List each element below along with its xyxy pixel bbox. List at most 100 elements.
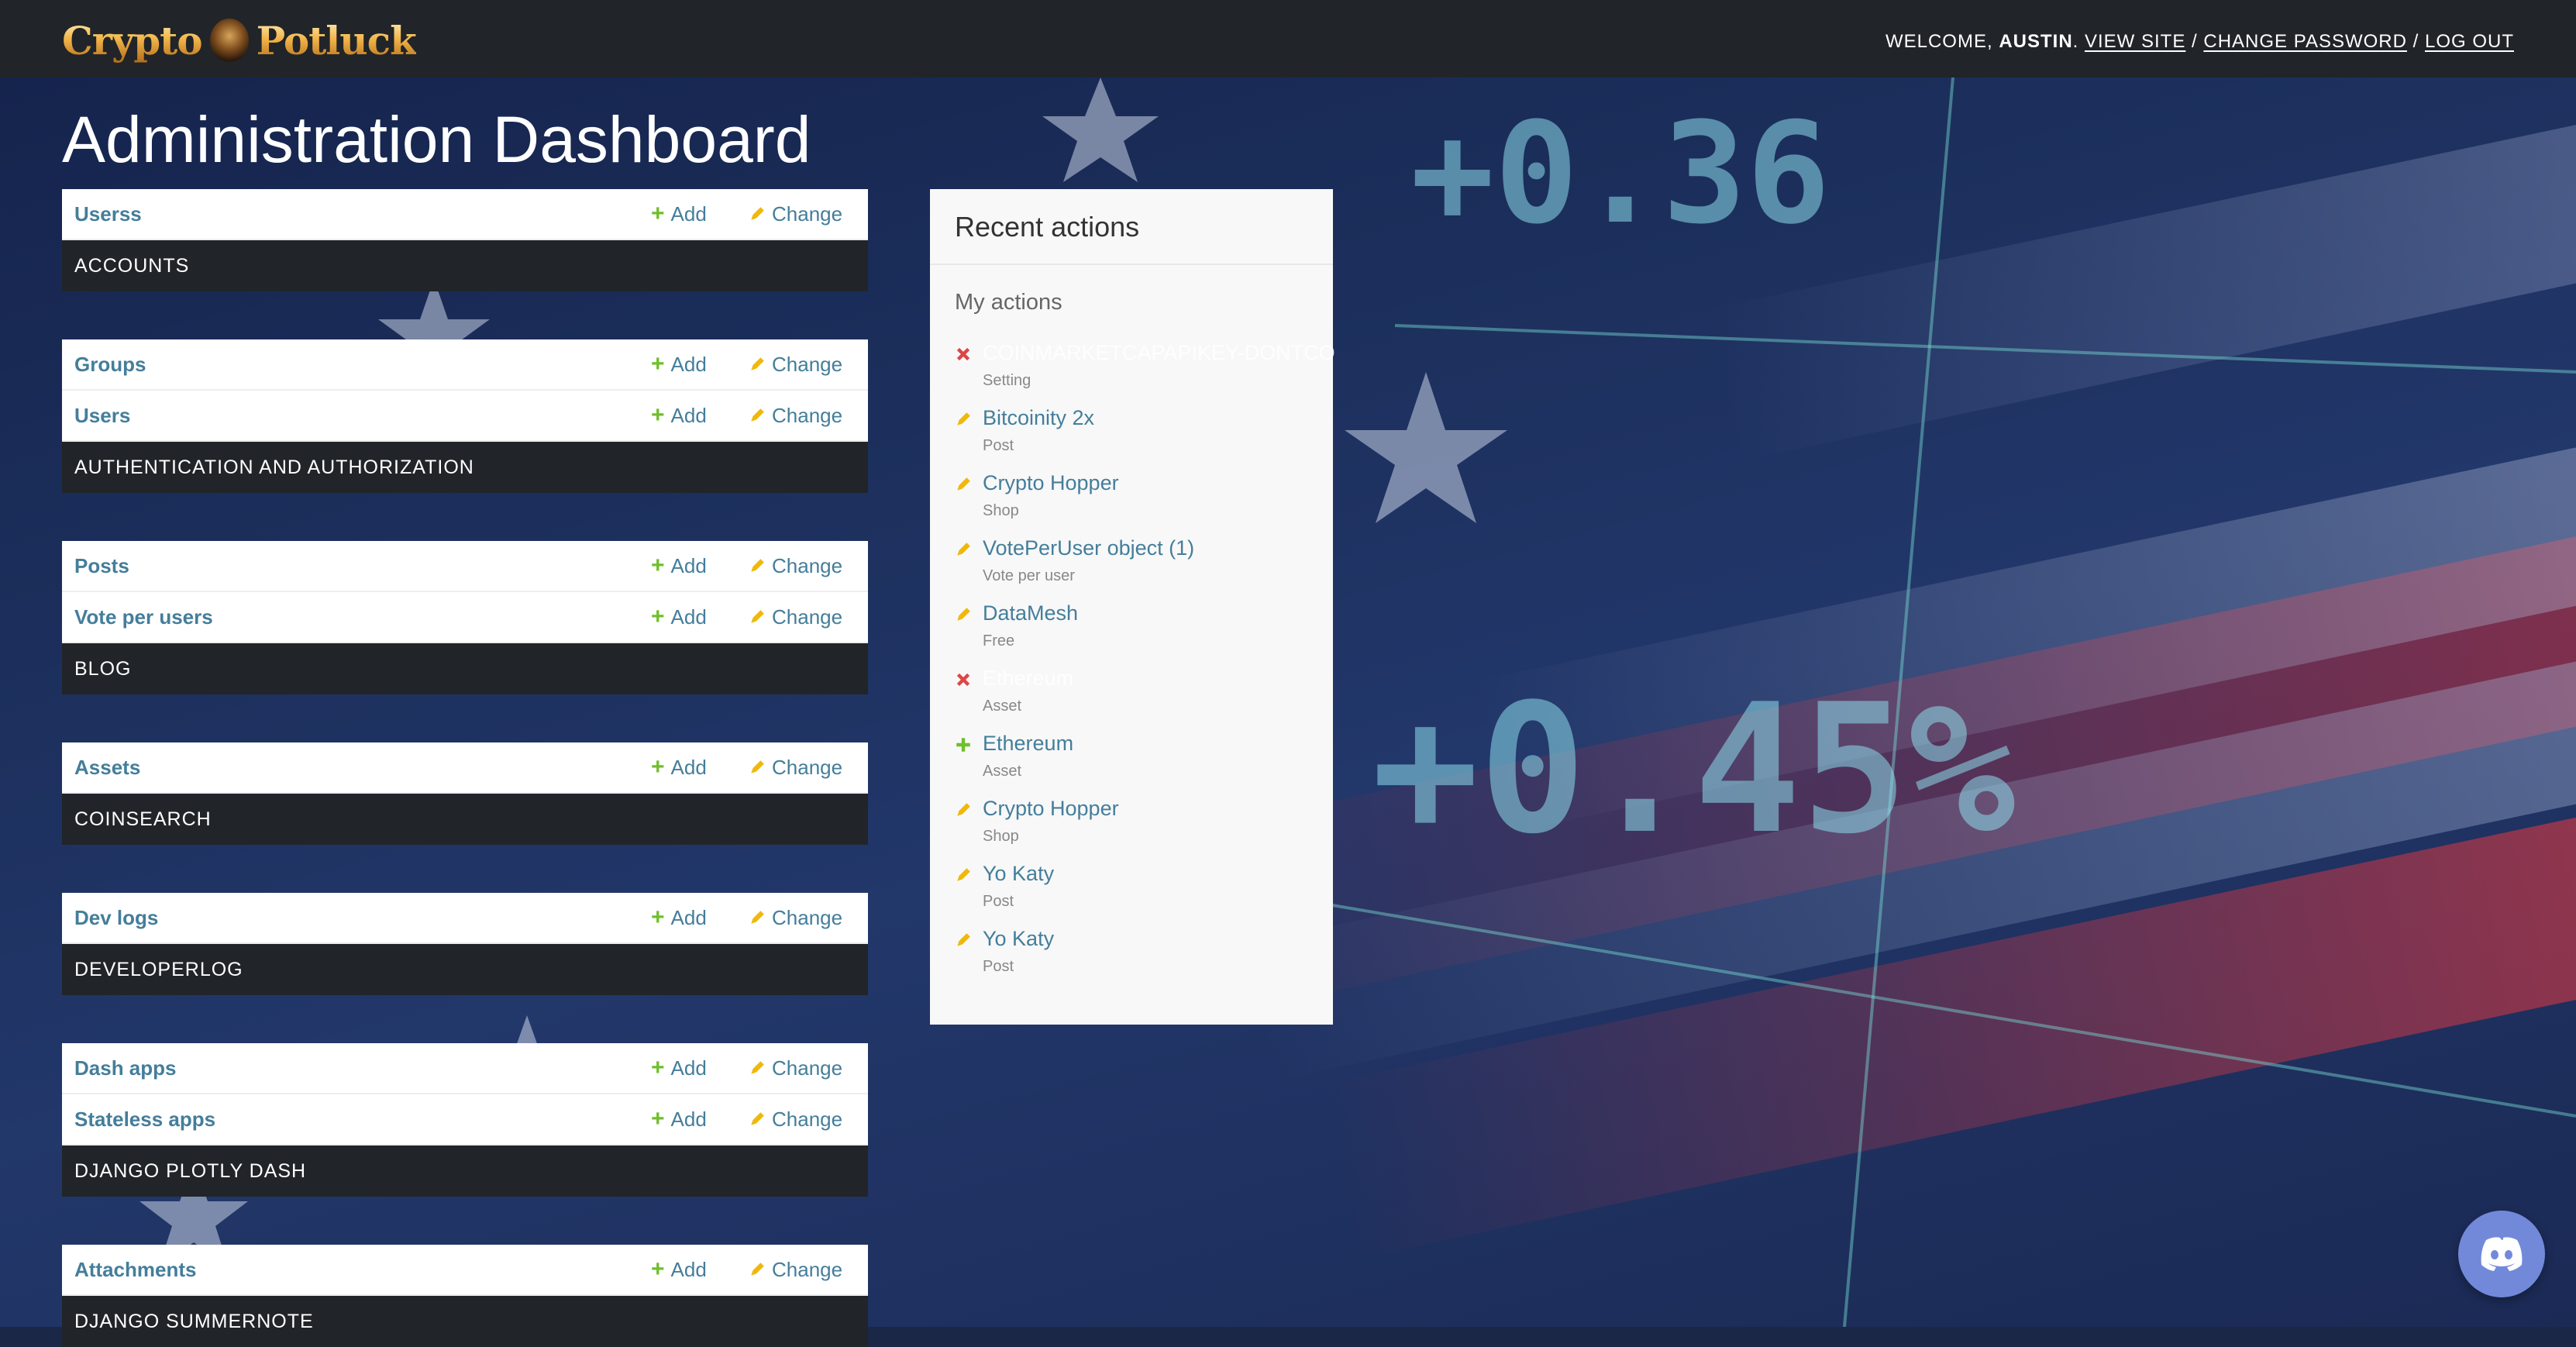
app-module-django-summernote: Attachments + Add Change DJANGO SUMMERNOT… [62, 1245, 868, 1347]
model-row: Users + Add Change [62, 391, 868, 442]
change-button[interactable]: Change [749, 605, 842, 629]
module-caption[interactable]: DJANGO PLOTLY DASH [62, 1145, 868, 1197]
pencil-icon [751, 207, 764, 220]
module-caption[interactable]: COINSEARCH [62, 794, 868, 845]
action-object-type: Asset [983, 763, 1022, 780]
add-button[interactable]: + Add [651, 202, 707, 226]
top-header: Crypto Potluck Welcome, Austin. View sit… [0, 0, 2576, 78]
action-object-type: Post [983, 437, 1014, 454]
change-button[interactable]: Change [749, 906, 842, 930]
module-caption[interactable]: DJANGO SUMMERNOTE [62, 1296, 868, 1347]
model-row: Posts + Add Change [62, 541, 868, 592]
pencil-icon [751, 1061, 764, 1074]
model-link-dev-logs[interactable]: Dev logs [74, 906, 158, 930]
discord-icon [2481, 1237, 2523, 1271]
change-button[interactable]: Change [749, 756, 842, 780]
add-label: Add [670, 905, 707, 929]
delete-icon [956, 673, 970, 687]
action-object-link[interactable]: Ethereum [983, 732, 1073, 756]
pencil-icon [957, 608, 970, 621]
add-button[interactable]: + Add [651, 404, 707, 428]
change-button[interactable]: Change [749, 1108, 842, 1132]
site-logo[interactable]: Crypto Potluck [62, 17, 417, 64]
model-link-posts[interactable]: Posts [74, 554, 129, 578]
discord-button[interactable] [2458, 1211, 2545, 1297]
change-button[interactable]: Change [749, 202, 842, 226]
app-module-auth: Groups + Add Change Users + Add Change AUT… [62, 339, 868, 493]
pencil-icon [751, 559, 764, 572]
module-caption[interactable]: DEVELOPERLOG [62, 944, 868, 995]
app-module-accounts: Userss + Add Change ACCOUNTS [62, 189, 868, 291]
action-object-link[interactable]: DataMesh [983, 601, 1078, 625]
app-module-blog: Posts + Add Change Vote per users + Add Ch… [62, 541, 868, 694]
pencil-icon [751, 610, 764, 623]
action-object-link[interactable]: Yo Katy [983, 862, 1054, 886]
action-object-link[interactable]: Crypto Hopper [983, 797, 1119, 821]
model-link-assets[interactable]: Assets [74, 756, 140, 780]
change-button[interactable]: Change [749, 1056, 842, 1080]
plus-icon: + [651, 351, 665, 377]
pencil-icon [751, 408, 764, 422]
model-link-users[interactable]: Users [74, 404, 130, 428]
add-button[interactable]: + Add [651, 1056, 707, 1080]
plus-icon: + [651, 1106, 665, 1132]
change-label: Change [772, 605, 843, 629]
change-label: Change [772, 1056, 843, 1080]
module-caption[interactable]: BLOG [62, 643, 868, 694]
module-caption[interactable]: ACCOUNTS [62, 240, 868, 291]
model-link-dash-apps[interactable]: Dash apps [74, 1056, 177, 1080]
log-out-link[interactable]: Log out [2425, 31, 2514, 52]
add-button[interactable]: + Add [651, 1108, 707, 1132]
model-link-groups[interactable]: Groups [74, 353, 146, 377]
change-password-link[interactable]: Change password [2203, 31, 2407, 52]
add-button[interactable]: + Add [651, 554, 707, 578]
change-button[interactable]: Change [749, 1258, 842, 1282]
separator: / [2192, 31, 2198, 52]
action-object-link[interactable]: VotePerUser object (1) [983, 536, 1194, 560]
model-link-userss[interactable]: Userss [74, 202, 142, 226]
pencil-icon [751, 1263, 764, 1276]
plus-icon: + [651, 1055, 665, 1080]
model-link-attachments[interactable]: Attachments [74, 1258, 196, 1282]
action-object-link[interactable]: Crypto Hopper [983, 471, 1119, 495]
add-button[interactable]: + Add [651, 756, 707, 780]
action-object-type: Post [983, 893, 1014, 910]
change-label: Change [772, 202, 843, 226]
change-button[interactable]: Change [749, 554, 842, 578]
pencil-icon [751, 911, 764, 924]
action-object-link[interactable]: Yo Katy [983, 927, 1054, 951]
view-site-link[interactable]: View site [2085, 31, 2185, 52]
add-button[interactable]: + Add [651, 605, 707, 629]
change-label: Change [772, 553, 843, 577]
pencil-icon [957, 933, 970, 946]
brand-text-left: Crypto [62, 17, 203, 64]
separator: / [2412, 31, 2419, 52]
add-icon [956, 738, 970, 752]
model-row: Attachments + Add Change [62, 1245, 868, 1296]
model-link-vote-per-users[interactable]: Vote per users [74, 605, 213, 629]
change-label: Change [772, 403, 843, 427]
action-object-type: Vote per user [983, 567, 1075, 584]
pencil-icon [957, 868, 970, 881]
pencil-icon [957, 543, 970, 556]
add-button[interactable]: + Add [651, 353, 707, 377]
change-button[interactable]: Change [749, 353, 842, 377]
plus-icon: + [651, 201, 665, 226]
my-actions-subtitle: My actions [955, 290, 1062, 315]
plus-icon: + [651, 904, 665, 930]
welcome-text: Welcome, [1885, 31, 1993, 52]
action-object-type: Shop [983, 502, 1019, 519]
pencil-icon [957, 412, 970, 425]
model-row: Userss + Add Change [62, 189, 868, 240]
action-object-link[interactable]: Bitcoinity 2x [983, 406, 1094, 430]
add-button[interactable]: + Add [651, 1258, 707, 1282]
add-label: Add [670, 352, 707, 376]
module-caption[interactable]: AUTHENTICATION AND AUTHORIZATION [62, 442, 868, 493]
model-link-stateless-apps[interactable]: Stateless apps [74, 1108, 215, 1132]
action-object-type: Post [983, 958, 1014, 975]
change-button[interactable]: Change [749, 404, 842, 428]
add-label: Add [670, 1056, 707, 1080]
add-label: Add [670, 403, 707, 427]
pencil-icon [751, 760, 764, 773]
add-button[interactable]: + Add [651, 906, 707, 930]
